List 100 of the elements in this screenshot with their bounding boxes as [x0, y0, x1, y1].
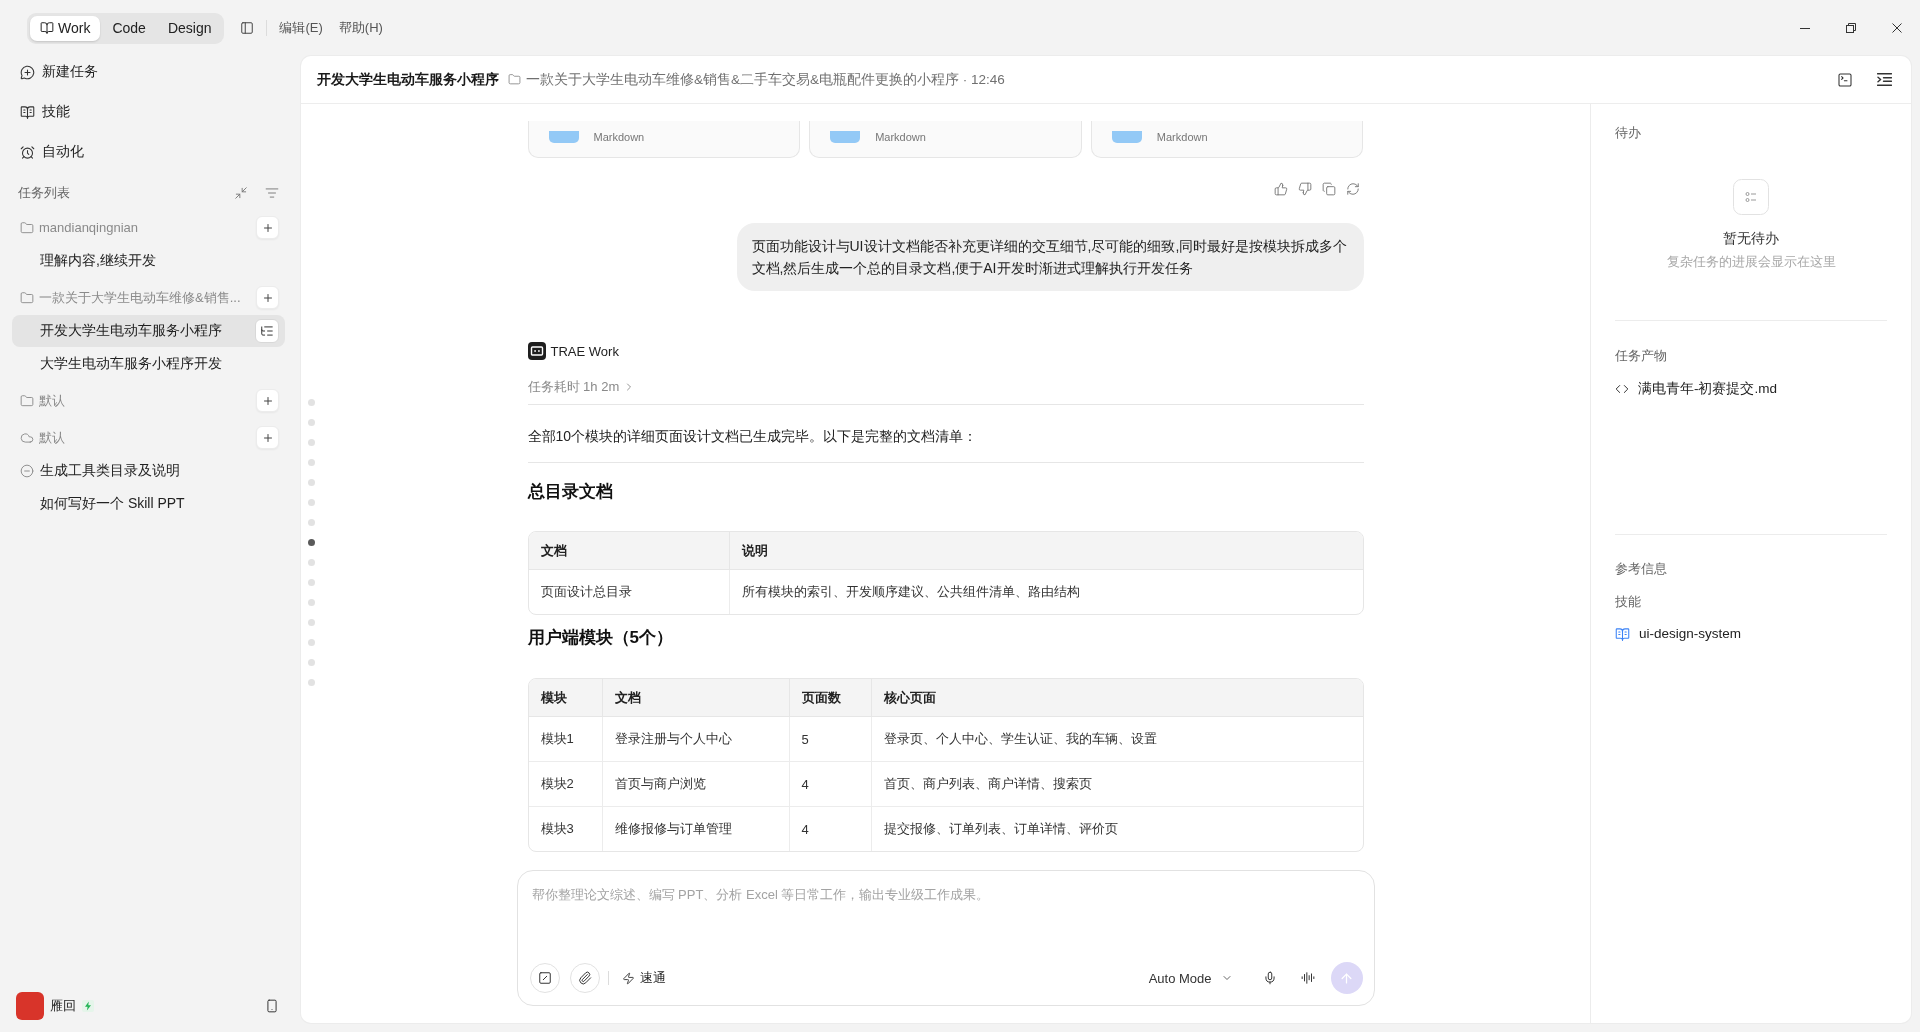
timeline-dot[interactable] — [308, 639, 315, 646]
list-indent-icon[interactable] — [1877, 73, 1892, 86]
plus-icon — [261, 221, 274, 234]
panel-label: 技能 — [1615, 593, 1642, 611]
artifact-link[interactable]: 满电青年-初赛提交.md — [1615, 379, 1777, 399]
microphone-icon[interactable] — [1262, 971, 1277, 985]
assistant-name: TRAE Work — [550, 343, 619, 359]
message-input[interactable]: 帮你整理论文综述、编写 PPT、分析 Excel 等日常工作，输出专业级工作成果。 — [529, 885, 1363, 907]
restore-icon[interactable] — [1846, 23, 1856, 33]
nav-item[interactable]: 技能 — [12, 96, 70, 128]
folder-icon — [20, 393, 34, 408]
plus-icon — [261, 291, 274, 304]
task-item[interactable]: 如何写好一个 Skill PPT — [12, 488, 285, 520]
file-card[interactable]: Markdown — [527, 121, 801, 158]
filter-icon[interactable] — [265, 186, 279, 200]
refresh-icon[interactable] — [1345, 182, 1360, 196]
task-title: 开发大学生电动车服务小程序 — [317, 70, 499, 89]
audio-wave-icon[interactable] — [1300, 971, 1315, 985]
collapse-icon[interactable] — [234, 186, 248, 200]
table-cell: 登录页、个人中心、学生认证、我的车辆、设置 — [870, 717, 1363, 762]
plus-icon — [261, 394, 274, 407]
table-cell: 模块2 — [528, 762, 602, 807]
mode-dropdown[interactable]: Auto Mode — [1148, 970, 1233, 986]
timeline-dot[interactable] — [308, 419, 315, 426]
timeline-dot[interactable] — [308, 659, 315, 666]
copy-icon[interactable] — [1321, 182, 1336, 196]
file-type: Markdown — [875, 130, 926, 144]
lightning-icon — [621, 971, 635, 985]
task-subtitle: 一款关于大学生电动车维修&销售&二手车交易&电瓶配件更换的小程序 · 12:46 — [526, 70, 1005, 89]
table-header-cell: 文档 — [601, 679, 789, 717]
timeline-dot[interactable] — [308, 459, 315, 466]
list-tree-icon — [260, 324, 274, 338]
timeline-dot[interactable] — [308, 439, 315, 446]
empty-hint: 复杂任务的进展会显示在这里 — [1666, 253, 1836, 271]
file-type: Markdown — [1156, 130, 1208, 144]
close-icon[interactable] — [1892, 23, 1902, 33]
checklist-icon — [1733, 179, 1769, 215]
tree-view-button[interactable] — [255, 319, 279, 343]
speed-mode-button[interactable]: 速通 — [618, 969, 669, 987]
task-duration[interactable]: 任务耗时 1h 2m — [527, 379, 636, 395]
empty-title: 暂无待办 — [1723, 229, 1779, 248]
menu-item[interactable]: 帮助(H) — [338, 19, 383, 37]
section-heading: 用户端模块（5个） — [527, 627, 674, 649]
add-button[interactable] — [256, 216, 279, 239]
table-header-cell: 核心页面 — [870, 679, 1363, 717]
task-item[interactable]: 生成工具类目录及说明 — [12, 455, 285, 487]
lightning-icon — [82, 1000, 94, 1012]
table-cell: 4 — [788, 807, 871, 851]
file-icon — [1111, 131, 1142, 143]
add-button[interactable] — [256, 286, 279, 309]
task-item[interactable]: 大学生电动车服务小程序开发 — [12, 348, 285, 380]
book-icon — [20, 104, 35, 120]
menu-item[interactable]: 编辑(E) — [279, 19, 323, 37]
nav-item[interactable]: 自动化 — [12, 136, 84, 168]
skill-link[interactable]: ui-design-system — [1615, 624, 1742, 644]
file-card[interactable]: Markdown — [809, 121, 1082, 158]
add-button[interactable] — [256, 389, 279, 412]
thumbs-up-icon[interactable] — [1273, 182, 1288, 196]
nav-item[interactable]: 新建任务 — [12, 56, 98, 88]
timeline-dot[interactable] — [308, 559, 315, 566]
attach-button[interactable] — [569, 963, 600, 993]
mode-tab[interactable]: Design — [157, 15, 222, 41]
timeline-dot[interactable] — [308, 499, 315, 506]
table-header-cell: 文档 — [528, 532, 729, 570]
timeline-dot[interactable] — [308, 599, 315, 606]
command-button[interactable] — [529, 963, 560, 993]
book-icon — [1615, 626, 1630, 642]
minimize-icon[interactable] — [1800, 27, 1810, 29]
slash-icon — [537, 971, 552, 985]
folder-icon — [508, 73, 521, 86]
mode-tab[interactable]: Code — [102, 15, 156, 41]
add-button[interactable] — [256, 426, 279, 449]
timeline-dot[interactable] — [308, 399, 315, 406]
timeline-dot[interactable] — [308, 579, 315, 586]
timeline-dot[interactable] — [308, 519, 315, 526]
timeline-dot[interactable] — [308, 619, 315, 626]
panel-label: 参考信息 — [1615, 560, 1668, 578]
avatar-placeholder[interactable] — [16, 992, 44, 1020]
table-cell: 首页与商户浏览 — [601, 762, 789, 807]
panel-left-icon[interactable] — [240, 21, 255, 35]
terminal-icon[interactable] — [1837, 71, 1853, 88]
table-header-cell: 页面数 — [788, 679, 871, 717]
file-card[interactable]: Markdown — [1090, 121, 1364, 158]
section-heading: 总目录文档 — [527, 481, 614, 503]
book-icon — [40, 21, 54, 35]
section-label: 任务列表 — [18, 184, 70, 202]
timeline-dot[interactable] — [308, 479, 315, 486]
table-cell: 登录注册与个人中心 — [601, 717, 789, 762]
send-button[interactable] — [1330, 962, 1363, 994]
thumbs-down-icon[interactable] — [1297, 182, 1312, 196]
task-item[interactable]: 开发大学生电动车服务小程序 — [12, 315, 285, 347]
phone-icon[interactable] — [265, 999, 279, 1013]
table-cell-text: 页面设计总目录 — [539, 583, 633, 601]
task-item[interactable]: 理解内容,继续开发 — [12, 245, 285, 277]
timeline-dot[interactable] — [308, 679, 315, 686]
paperclip-icon — [577, 971, 592, 985]
timeline-dot[interactable] — [308, 539, 315, 546]
plus-icon — [261, 431, 274, 444]
logo-icon — [527, 342, 546, 360]
mode-tab[interactable]: Work — [30, 15, 101, 41]
